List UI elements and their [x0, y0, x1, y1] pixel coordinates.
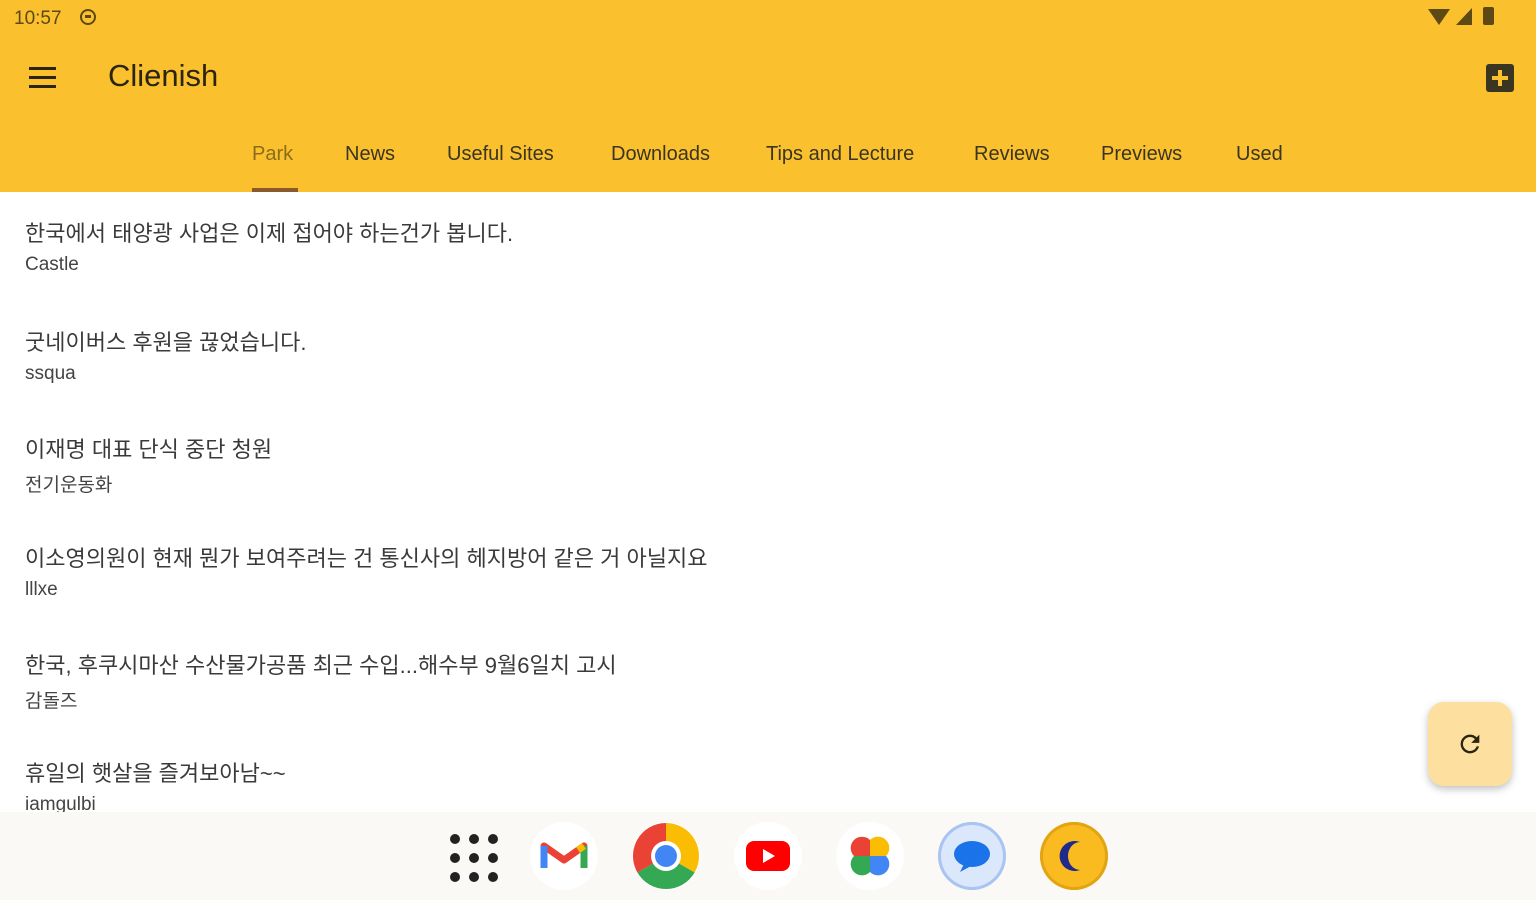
apps-grid-icon[interactable]: [448, 832, 500, 884]
messages-icon[interactable]: [938, 822, 1006, 890]
post-title: 한국에서 태양광 사업은 이제 접어야 하는건가 봅니다.: [25, 221, 514, 246]
tab-previews[interactable]: Previews: [1101, 143, 1182, 166]
add-box-icon[interactable]: [1486, 64, 1514, 92]
post-author: Castle: [25, 254, 79, 275]
tab-useful-sites[interactable]: Useful Sites: [447, 143, 554, 166]
post-author: 감돌즈: [25, 691, 78, 712]
night-moon-icon[interactable]: [1040, 822, 1108, 890]
post-title: 휴일의 햇살을 즐겨보아남~~: [25, 761, 286, 786]
gmail-icon[interactable]: [530, 822, 598, 890]
menu-icon[interactable]: [22, 58, 62, 98]
signal-icon: [1456, 8, 1472, 25]
tab-park[interactable]: Park: [252, 143, 293, 166]
photos-icon[interactable]: [836, 822, 904, 890]
refresh-icon: [1460, 734, 1480, 754]
post-title: 한국, 후쿠시마산 수산물가공품 최근 수입...해수부 9월6일치 고시: [25, 653, 617, 678]
post-author: ssqua: [25, 363, 76, 384]
list-item[interactable]: 한국, 후쿠시마산 수산물가공품 최근 수입...해수부 9월6일치 고시 감돌…: [0, 648, 1536, 756]
list-item[interactable]: 이재명 대표 단식 중단 청원 전기운동화: [0, 432, 1536, 540]
wifi-icon: [1428, 9, 1450, 25]
post-author: 전기운동화: [25, 475, 113, 496]
tab-reviews[interactable]: Reviews: [974, 143, 1050, 166]
list-item[interactable]: 굿네이버스 후원을 끊었습니다. ssqua: [0, 325, 1536, 433]
battery-icon: [1483, 7, 1494, 25]
list-item[interactable]: 이소영의원이 현재 뭔가 보여주려는 건 통신사의 헤지방어 같은 거 아닐지요…: [0, 541, 1536, 649]
tab-news[interactable]: News: [345, 143, 395, 166]
post-title: 굿네이버스 후원을 끊었습니다.: [25, 330, 307, 355]
tab-tips-and-lecture[interactable]: Tips and Lecture: [766, 143, 914, 166]
chrome-icon[interactable]: [632, 822, 700, 890]
status-time: 10:57: [14, 8, 62, 29]
youtube-icon[interactable]: [734, 822, 802, 890]
status-bar: 10:57: [0, 0, 1536, 36]
post-title: 이재명 대표 단식 중단 청원: [25, 437, 273, 462]
taskbar-dock: [0, 812, 1536, 900]
refresh-button[interactable]: [1428, 702, 1512, 786]
active-tab-indicator: [252, 188, 298, 192]
tab-downloads[interactable]: Downloads: [611, 143, 710, 166]
tab-used[interactable]: Used: [1236, 143, 1283, 166]
app-bar: 10:57 Clienish Park News Useful Sites Do…: [0, 0, 1536, 192]
post-title: 이소영의원이 현재 뭔가 보여주려는 건 통신사의 헤지방어 같은 거 아닐지요: [25, 546, 708, 571]
notification-icon: [80, 9, 96, 25]
list-item[interactable]: 한국에서 태양광 사업은 이제 접어야 하는건가 봅니다. Castle: [0, 216, 1536, 324]
post-author: lllxe: [25, 579, 58, 600]
app-title: Clienish: [108, 58, 219, 93]
tab-bar: Park News Useful Sites Downloads Tips an…: [0, 128, 1536, 192]
